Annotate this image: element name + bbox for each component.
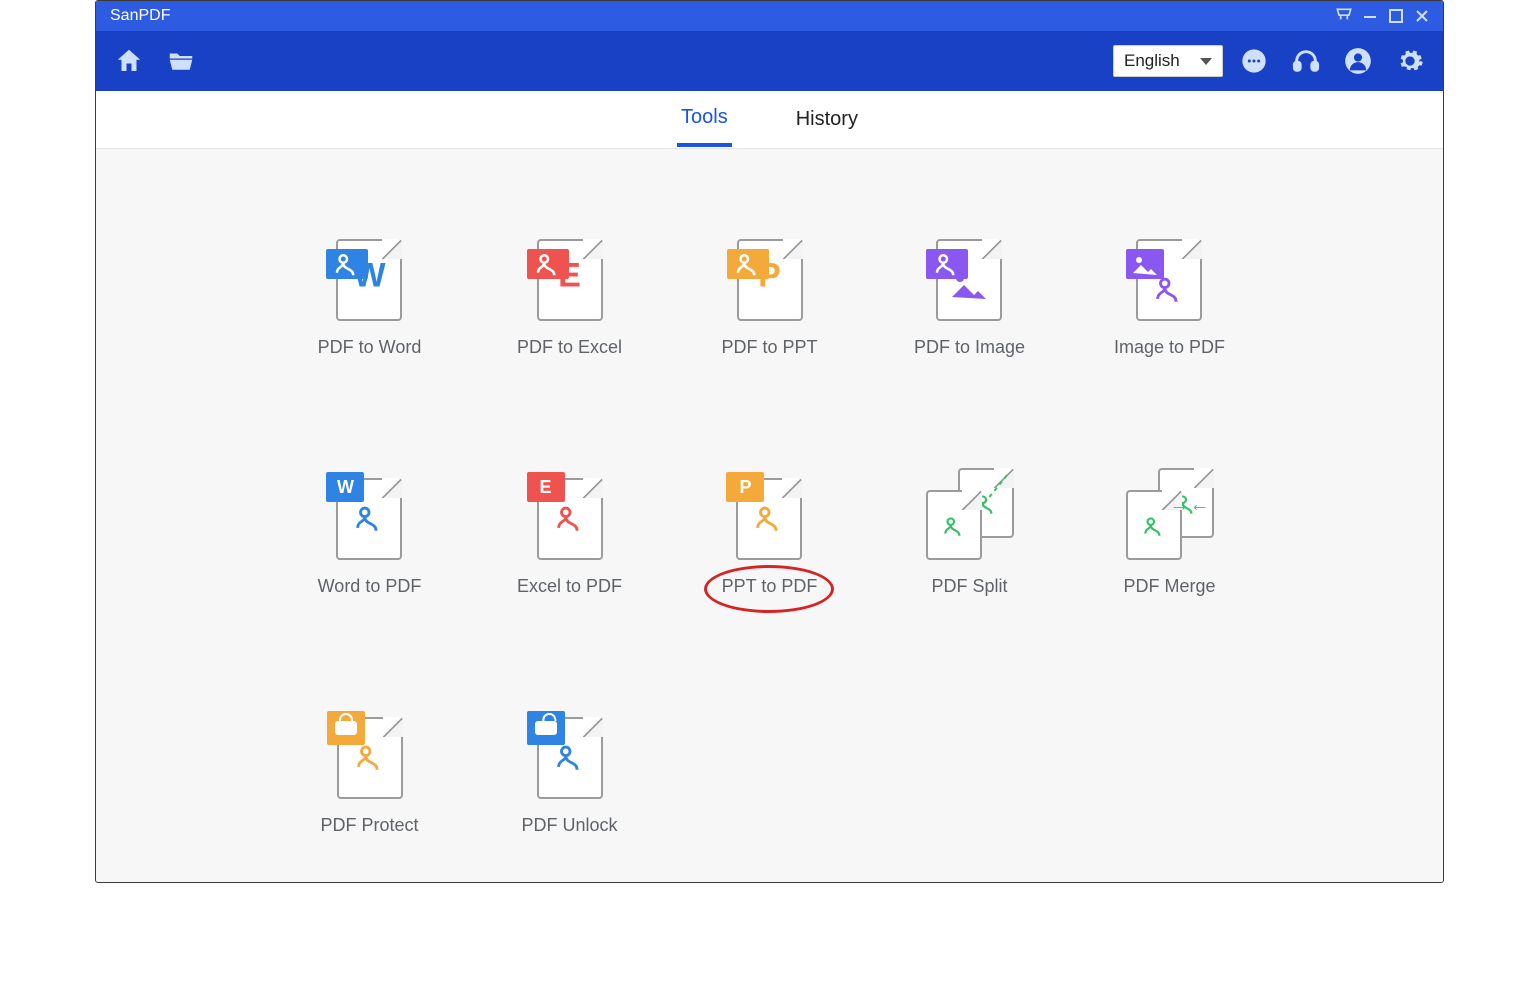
theme-icon[interactable] bbox=[1331, 3, 1357, 29]
tab-history[interactable]: History bbox=[792, 94, 862, 145]
doc-icon: P bbox=[737, 239, 803, 321]
pdf-glyph-icon bbox=[752, 501, 786, 540]
tool-label: PDF to Excel bbox=[517, 337, 622, 358]
pdf-glyph-icon bbox=[553, 501, 587, 540]
doc-icon bbox=[936, 239, 1002, 321]
tool-label: PDF Split bbox=[931, 576, 1007, 597]
app-window: SanPDF English bbox=[95, 0, 1444, 883]
language-select[interactable]: English bbox=[1113, 45, 1223, 77]
pdf-glyph-icon bbox=[1152, 272, 1186, 311]
tab-tools[interactable]: Tools bbox=[677, 92, 732, 147]
chevron-down-icon bbox=[1200, 58, 1212, 65]
feedback-icon[interactable] bbox=[1233, 40, 1275, 82]
minimize-button[interactable] bbox=[1357, 3, 1383, 29]
tool-pdf-to-image[interactable]: PDF to Image bbox=[914, 229, 1025, 358]
merge-arrows-icon: →← bbox=[1170, 494, 1210, 517]
doc-icon: E bbox=[537, 239, 603, 321]
tool-label: PDF Unlock bbox=[521, 815, 617, 836]
account-icon[interactable] bbox=[1337, 40, 1379, 82]
tool-label: PDF Protect bbox=[320, 815, 418, 836]
tools-grid: W PDF to Word E PDF to Excel bbox=[240, 149, 1300, 876]
tool-label: PDF to Word bbox=[318, 337, 422, 358]
image-icon bbox=[950, 269, 988, 299]
doc-icon: E bbox=[537, 478, 603, 560]
close-button[interactable] bbox=[1409, 3, 1435, 29]
support-icon[interactable] bbox=[1285, 40, 1327, 82]
tool-label: Image to PDF bbox=[1114, 337, 1225, 358]
doc-pair-icon: →← bbox=[1126, 468, 1214, 560]
letter-e: E bbox=[558, 257, 581, 296]
doc-icon bbox=[1136, 239, 1202, 321]
doc-pair-icon bbox=[926, 468, 1014, 560]
pdf-glyph-icon bbox=[352, 501, 386, 540]
doc-icon: W bbox=[336, 239, 402, 321]
tool-pdf-split[interactable]: PDF Split bbox=[926, 468, 1014, 597]
letter-badge: E bbox=[527, 472, 565, 502]
pdf-glyph-icon bbox=[353, 740, 387, 779]
tool-word-to-pdf[interactable]: W Word to PDF bbox=[318, 468, 422, 597]
tool-label: PDF to Image bbox=[914, 337, 1025, 358]
settings-icon[interactable] bbox=[1389, 40, 1431, 82]
tool-label: PPT to PDF bbox=[722, 576, 818, 597]
pdf-glyph-icon bbox=[553, 740, 587, 779]
tool-excel-to-pdf[interactable]: E Excel to PDF bbox=[517, 468, 622, 597]
letter-p: P bbox=[758, 257, 781, 296]
letter-badge: P bbox=[726, 472, 764, 502]
tool-pdf-protect[interactable]: PDF Protect bbox=[320, 707, 418, 836]
tool-pdf-unlock[interactable]: PDF Unlock bbox=[521, 707, 617, 836]
doc-icon: W bbox=[336, 478, 402, 560]
letter-w: W bbox=[353, 257, 385, 296]
language-value: English bbox=[1124, 51, 1180, 71]
home-button[interactable] bbox=[108, 40, 150, 82]
tool-ppt-to-pdf[interactable]: P PPT to PDF bbox=[722, 468, 818, 597]
doc-icon bbox=[537, 717, 603, 799]
tool-label: PDF Merge bbox=[1123, 576, 1215, 597]
titlebar: SanPDF bbox=[96, 1, 1443, 31]
toolbar: English bbox=[96, 31, 1443, 91]
main-tabs: Tools History bbox=[96, 91, 1443, 149]
app-title: SanPDF bbox=[110, 7, 170, 25]
tool-pdf-merge[interactable]: →← PDF Merge bbox=[1123, 468, 1215, 597]
tool-pdf-to-word[interactable]: W PDF to Word bbox=[318, 229, 422, 358]
open-folder-button[interactable] bbox=[160, 40, 202, 82]
doc-icon bbox=[337, 717, 403, 799]
doc-icon: P bbox=[736, 478, 802, 560]
maximize-button[interactable] bbox=[1383, 3, 1409, 29]
tool-label: Word to PDF bbox=[318, 576, 422, 597]
tool-pdf-to-ppt[interactable]: P PDF to PPT bbox=[721, 229, 817, 358]
tool-image-to-pdf[interactable]: Image to PDF bbox=[1114, 229, 1225, 358]
tool-pdf-to-excel[interactable]: E PDF to Excel bbox=[517, 229, 622, 358]
tool-label: Excel to PDF bbox=[517, 576, 622, 597]
tool-label: PDF to PPT bbox=[721, 337, 817, 358]
letter-badge: W bbox=[326, 472, 364, 502]
